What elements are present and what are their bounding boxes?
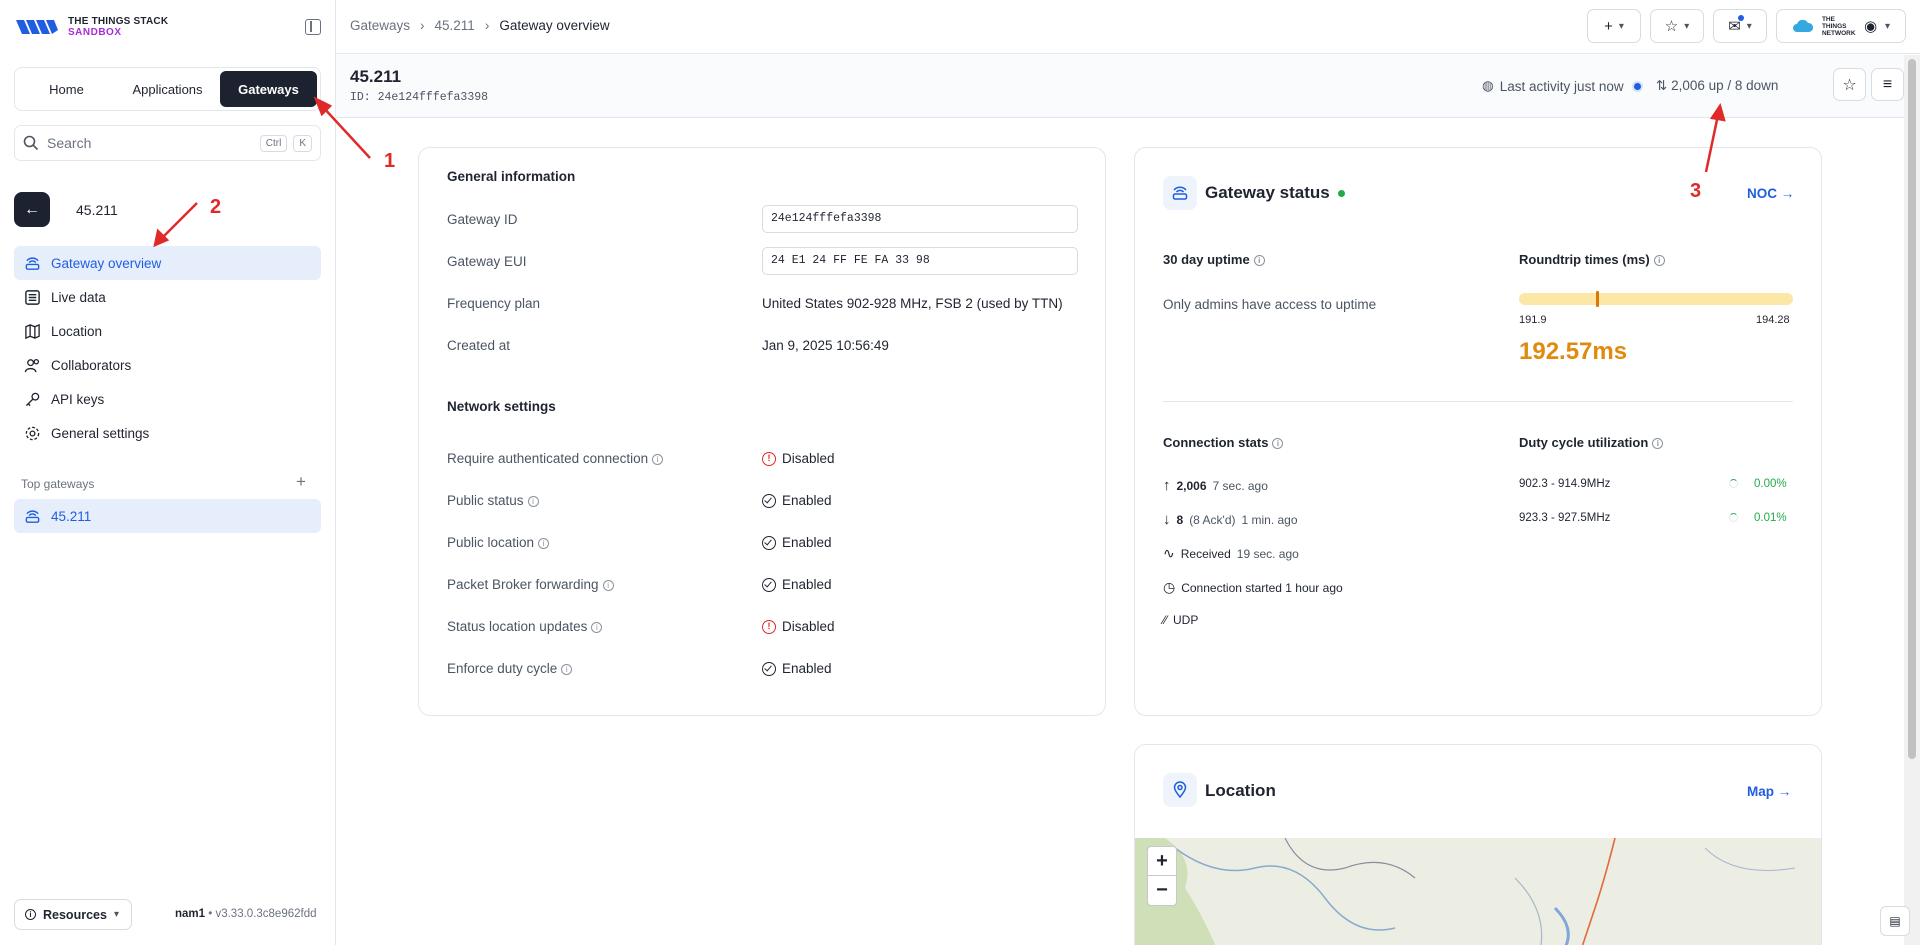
scrollbar-thumb[interactable] bbox=[1908, 59, 1916, 759]
annotation-number: 3 bbox=[1690, 180, 1702, 202]
annotation-arrows bbox=[153, 96, 1726, 248]
annotation-number: 1 bbox=[384, 150, 396, 172]
feedback-button[interactable]: ▤ bbox=[1880, 906, 1910, 936]
annotation-number: 2 bbox=[210, 196, 222, 218]
page-scrollbar[interactable] bbox=[1904, 55, 1920, 945]
feedback-icon: ▤ bbox=[1889, 914, 1901, 928]
